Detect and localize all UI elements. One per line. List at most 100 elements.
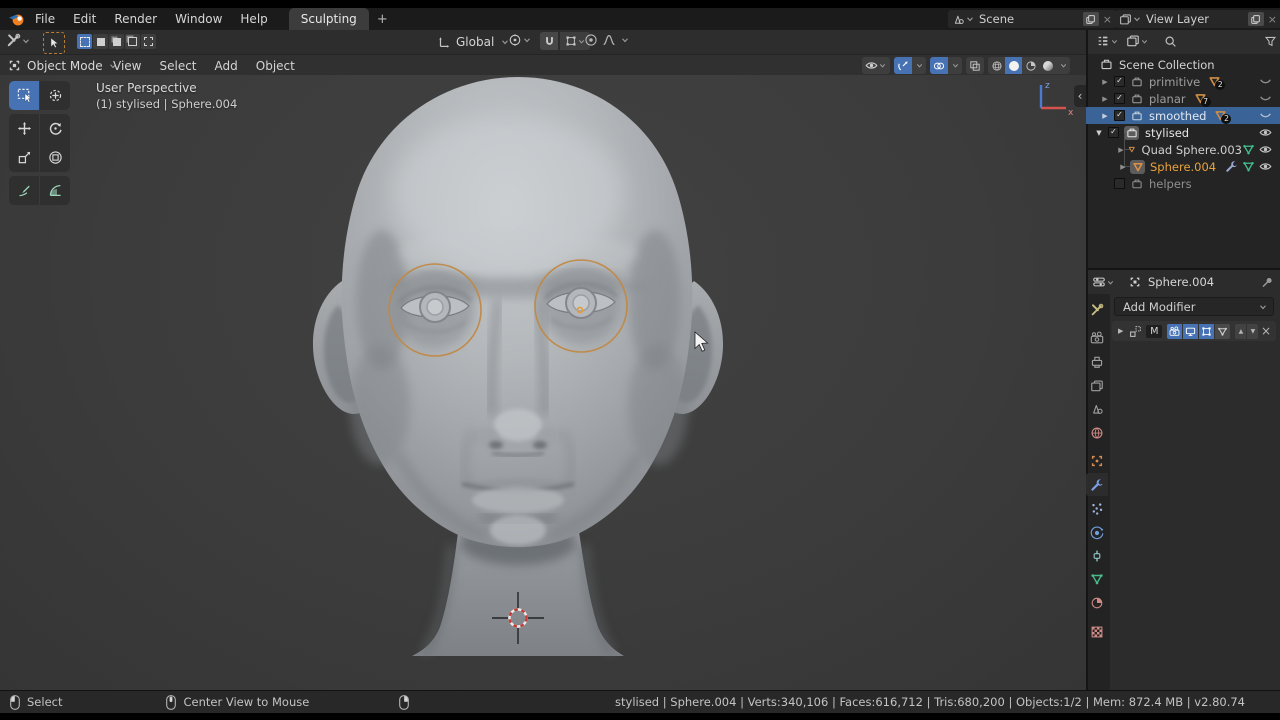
menu-edit[interactable]: Edit <box>64 8 105 30</box>
tab-scene-properties[interactable] <box>1086 397 1108 420</box>
unlink-scene-button[interactable]: × <box>1103 13 1112 26</box>
modifier-delete-button[interactable]: × <box>1261 324 1271 338</box>
outliner-search-button[interactable] <box>1164 35 1177 48</box>
tool-measure-button[interactable] <box>40 176 70 205</box>
modifier-realtime-toggle[interactable] <box>1183 324 1198 339</box>
menu-help[interactable]: Help <box>231 8 276 30</box>
shading-rendered-button[interactable] <box>1039 57 1056 74</box>
tab-tool-properties[interactable] <box>1086 298 1108 321</box>
tab-object-properties[interactable] <box>1086 449 1108 472</box>
tool-transform-button[interactable] <box>40 143 70 172</box>
collection-checkbox[interactable]: ✓ <box>1108 127 1119 138</box>
pivot-point-dropdown[interactable] <box>508 33 532 47</box>
modifier-cage-toggle[interactable] <box>1215 324 1230 339</box>
menu-render[interactable]: Render <box>105 8 166 30</box>
properties-editor-type-dropdown[interactable] <box>1092 275 1115 289</box>
collection-checkbox[interactable]: ✓ <box>1114 76 1125 87</box>
viewport-3d[interactable]: z x User Perspective (1) stylised | Sphe… <box>0 75 1086 690</box>
tool-rotate-button[interactable] <box>40 114 70 143</box>
proportional-edit-icon[interactable] <box>584 33 598 47</box>
tab-object-data-properties[interactable] <box>1086 567 1108 590</box>
shading-wireframe-button[interactable] <box>988 57 1005 74</box>
outliner-filter-mode-dropdown[interactable] <box>1126 34 1149 48</box>
view-layer-selector[interactable]: View Layer × <box>1115 10 1280 28</box>
tab-constraint-properties[interactable] <box>1086 544 1108 567</box>
tab-material-properties[interactable] <box>1086 591 1108 614</box>
expand-arrow-icon[interactable]: ▶ <box>1100 112 1110 120</box>
tool-select-box-button[interactable] <box>9 81 39 110</box>
expand-arrow-icon[interactable]: ▶ <box>1100 78 1110 86</box>
tool-annotate-button[interactable] <box>9 176 39 205</box>
scene-selector[interactable]: Scene × <box>948 10 1116 28</box>
show-overlays-button[interactable] <box>930 57 948 74</box>
tab-world-properties[interactable] <box>1086 421 1108 444</box>
add-workspace-button[interactable]: + <box>377 12 388 27</box>
hide-toggle[interactable] <box>1259 160 1272 173</box>
select-mode-subtract-button[interactable] <box>109 34 124 49</box>
select-mode-extend-button[interactable] <box>93 34 108 49</box>
tool-selector-dropdown[interactable] <box>6 33 31 48</box>
expand-arrow-icon[interactable]: ▶ <box>1118 163 1128 171</box>
outliner-row-quad-sphere-003[interactable]: ▶ Quad Sphere.003 <box>1086 141 1280 158</box>
modifier-name-field[interactable]: M <box>1146 325 1162 338</box>
modifier-panel-header[interactable]: ▶ M ▲ ▼ × <box>1112 321 1276 341</box>
modifier-move-down-button[interactable]: ▼ <box>1247 324 1258 339</box>
hide-toggle[interactable] <box>1259 92 1272 105</box>
collection-checkbox-unchecked[interactable] <box>1114 178 1125 189</box>
snap-toggle-button[interactable] <box>540 32 558 50</box>
outliner-display-mode-dropdown[interactable] <box>1096 34 1119 48</box>
collection-checkbox[interactable]: ✓ <box>1114 110 1125 121</box>
expand-arrow-icon[interactable]: ▶ <box>1100 95 1110 103</box>
tab-view-layer-properties[interactable] <box>1086 374 1108 397</box>
menu-file[interactable]: File <box>26 8 64 30</box>
show-gizmo-button[interactable] <box>894 57 912 74</box>
transform-orientation-dropdown[interactable]: Global <box>437 33 510 51</box>
menu-select[interactable]: Select <box>150 55 205 76</box>
menu-view[interactable]: View <box>104 55 150 76</box>
sidebar-collapse-tab[interactable]: ‹ <box>1074 85 1086 107</box>
expand-arrow-icon[interactable]: ▶ <box>1118 146 1124 154</box>
collapse-arrow-icon[interactable]: ▼ <box>1094 129 1104 137</box>
show-object-types-dropdown[interactable] <box>862 57 890 74</box>
outliner-row-planar[interactable]: ▶ ✓ planar 7 <box>1086 90 1280 107</box>
pin-id-button[interactable] <box>1261 276 1274 289</box>
outliner-row-smoothed[interactable]: ▶ ✓ smoothed 2 <box>1086 107 1280 124</box>
select-mode-intersect-button[interactable] <box>141 34 156 49</box>
outliner-row-helpers[interactable]: helpers <box>1086 175 1280 192</box>
active-tool-button[interactable] <box>43 32 65 54</box>
hide-toggle[interactable] <box>1259 143 1272 156</box>
hide-toggle[interactable] <box>1259 75 1272 88</box>
menu-add[interactable]: Add <box>206 55 247 76</box>
outliner-row-stylised[interactable]: ▼ ✓ stylised <box>1086 124 1280 141</box>
select-mode-set-button[interactable] <box>77 34 92 49</box>
modifier-move-up-button[interactable]: ▲ <box>1235 324 1246 339</box>
tab-output-properties[interactable] <box>1086 350 1108 373</box>
workspace-tab-sculpting[interactable]: Sculpting <box>289 8 369 30</box>
modifier-render-toggle[interactable] <box>1167 324 1182 339</box>
select-mode-invert-button[interactable] <box>125 34 140 49</box>
tab-particle-properties[interactable] <box>1086 497 1108 520</box>
gizmo-dropdown[interactable] <box>912 57 926 74</box>
new-scene-button[interactable] <box>1083 12 1099 26</box>
outliner-row-sphere-004[interactable]: ▶ Sphere.004 <box>1086 158 1280 175</box>
hide-toggle[interactable] <box>1259 109 1272 122</box>
outliner-row-primitive[interactable]: ▶ ✓ primitive 2 <box>1086 73 1280 90</box>
shading-material-button[interactable] <box>1022 57 1039 74</box>
tab-render-properties[interactable] <box>1086 326 1108 349</box>
tool-cursor-button[interactable] <box>40 81 70 110</box>
outliner-filter-button[interactable] <box>1264 35 1277 48</box>
shading-solid-button[interactable] <box>1005 57 1022 74</box>
tool-move-button[interactable] <box>9 114 39 143</box>
expand-arrow-icon[interactable]: ▶ <box>1118 327 1123 335</box>
outliner-row-scene-collection[interactable]: Scene Collection <box>1086 56 1280 73</box>
modifier-editmode-toggle[interactable] <box>1199 324 1214 339</box>
overlays-dropdown[interactable] <box>948 57 962 74</box>
xray-toggle-button[interactable] <box>966 57 984 74</box>
add-modifier-dropdown[interactable]: Add Modifier <box>1114 297 1274 316</box>
add-view-layer-button[interactable] <box>1248 12 1264 26</box>
collection-checkbox[interactable]: ✓ <box>1114 93 1125 104</box>
tab-modifier-properties-active[interactable] <box>1086 473 1108 496</box>
falloff-curve-icon[interactable] <box>602 33 616 47</box>
mode-selector[interactable]: Object Mode <box>8 55 118 76</box>
tab-texture-properties[interactable] <box>1086 620 1108 643</box>
